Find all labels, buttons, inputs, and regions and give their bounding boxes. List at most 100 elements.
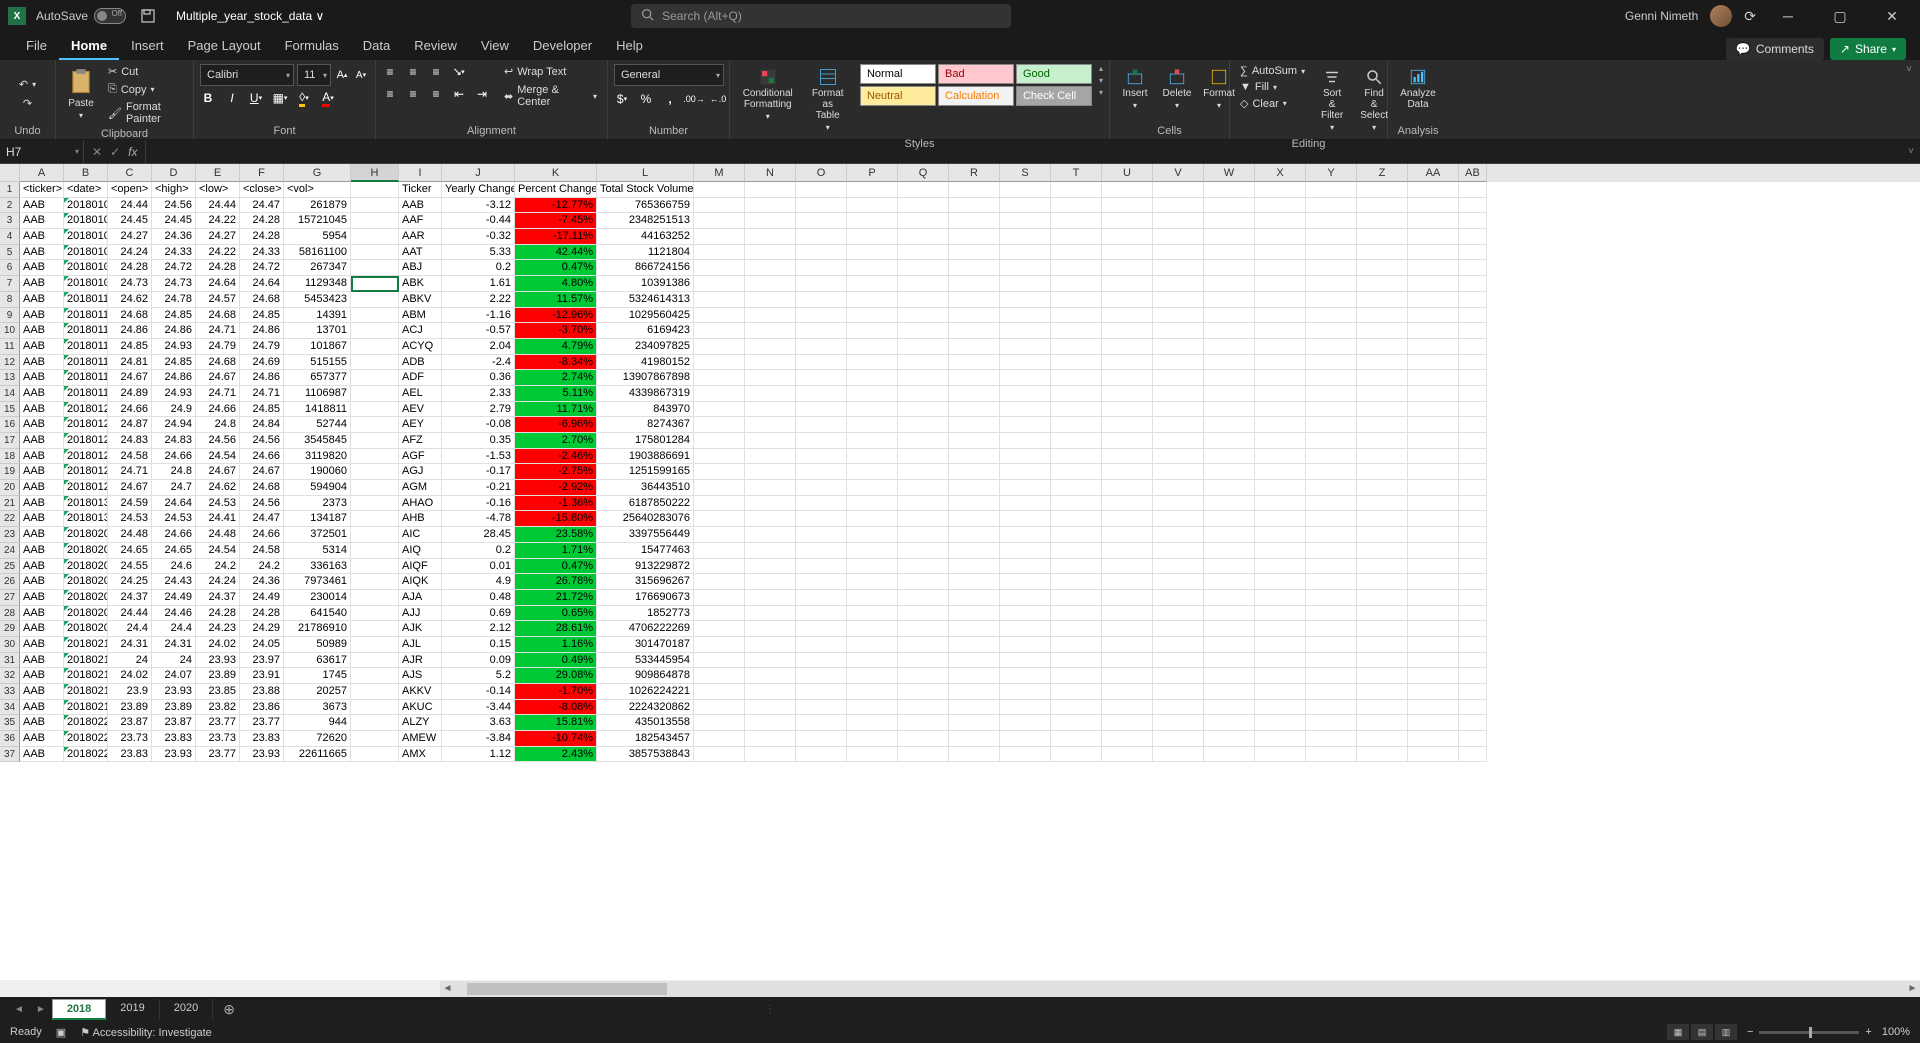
cell[interactable]: 1.71% (515, 543, 597, 559)
cell[interactable] (1357, 653, 1408, 669)
cell[interactable]: -2.4 (442, 355, 515, 371)
cell[interactable] (1153, 308, 1204, 324)
cell[interactable] (1306, 653, 1357, 669)
cell[interactable]: 24.56 (240, 496, 284, 512)
italic-button[interactable]: I (224, 90, 240, 106)
cell[interactable]: 24.33 (240, 245, 284, 261)
cell[interactable] (1051, 574, 1102, 590)
cell[interactable] (1408, 386, 1459, 402)
cell[interactable] (1459, 574, 1487, 590)
cell[interactable] (1102, 433, 1153, 449)
row-header[interactable]: 20 (0, 480, 20, 496)
cell[interactable] (796, 527, 847, 543)
cell[interactable] (949, 386, 1000, 402)
cell[interactable] (1255, 496, 1306, 512)
cell[interactable]: 843970 (597, 402, 694, 418)
cell[interactable] (1459, 323, 1487, 339)
cell[interactable] (1306, 480, 1357, 496)
select-all-corner[interactable] (0, 164, 20, 182)
cell[interactable]: Ticker (399, 182, 442, 198)
align-center-button[interactable]: ≡ (405, 86, 421, 102)
cell[interactable] (1051, 276, 1102, 292)
row-header[interactable]: 12 (0, 355, 20, 371)
cell[interactable] (694, 700, 745, 716)
cell[interactable] (351, 637, 399, 653)
cell[interactable] (694, 402, 745, 418)
cell[interactable] (1459, 527, 1487, 543)
cell[interactable]: AAB (20, 213, 64, 229)
cell[interactable] (694, 715, 745, 731)
cell[interactable]: ABJ (399, 260, 442, 276)
cell[interactable] (1255, 715, 1306, 731)
cell[interactable] (796, 370, 847, 386)
autosum-button[interactable]: ∑AutoSum▾ (1236, 64, 1309, 78)
cell[interactable]: AAB (20, 402, 64, 418)
cell[interactable] (796, 606, 847, 622)
cell[interactable]: 24.25 (108, 574, 152, 590)
cell[interactable] (796, 198, 847, 214)
cell[interactable]: 24.28 (196, 606, 240, 622)
cell[interactable] (1102, 668, 1153, 684)
cell[interactable]: 3857538843 (597, 747, 694, 763)
cell[interactable]: 24.22 (196, 245, 240, 261)
cell[interactable] (796, 308, 847, 324)
cell[interactable] (949, 308, 1000, 324)
cell[interactable] (694, 653, 745, 669)
column-header-G[interactable]: G (284, 164, 351, 182)
row-header[interactable]: 5 (0, 245, 20, 261)
cell[interactable]: 13907867898 (597, 370, 694, 386)
cell[interactable]: AAB (399, 198, 442, 214)
cell[interactable] (1459, 480, 1487, 496)
cell[interactable] (949, 260, 1000, 276)
cell[interactable] (1306, 464, 1357, 480)
cell[interactable] (1051, 245, 1102, 261)
cell[interactable] (949, 464, 1000, 480)
cell[interactable]: AAB (20, 621, 64, 637)
row-header[interactable]: 6 (0, 260, 20, 276)
cell[interactable] (796, 260, 847, 276)
cell[interactable]: 20180122 (64, 402, 108, 418)
cell[interactable]: 20180104 (64, 229, 108, 245)
analyze-data-button[interactable]: Analyze Data (1394, 64, 1442, 114)
cell[interactable]: 24.58 (108, 449, 152, 465)
cell[interactable] (949, 370, 1000, 386)
cell[interactable] (1000, 449, 1051, 465)
cell[interactable] (847, 621, 898, 637)
cell[interactable]: 26.78% (515, 574, 597, 590)
cancel-formula-icon[interactable]: ✕ (92, 145, 102, 159)
cell[interactable] (847, 417, 898, 433)
cell[interactable]: 2.12 (442, 621, 515, 637)
cell[interactable] (1051, 402, 1102, 418)
cell[interactable] (1102, 606, 1153, 622)
cell[interactable] (898, 653, 949, 669)
cell[interactable]: 72620 (284, 731, 351, 747)
cell[interactable]: 23.82 (196, 700, 240, 716)
cell[interactable]: -1.36% (515, 496, 597, 512)
cell[interactable] (1102, 715, 1153, 731)
cell[interactable] (1408, 715, 1459, 731)
cell[interactable] (796, 496, 847, 512)
cell[interactable]: 24.31 (152, 637, 196, 653)
cell[interactable] (898, 386, 949, 402)
column-header-M[interactable]: M (694, 164, 745, 182)
cell[interactable]: 24.27 (196, 229, 240, 245)
cell[interactable] (1000, 700, 1051, 716)
menu-tab-home[interactable]: Home (59, 33, 119, 60)
cell[interactable] (1459, 292, 1487, 308)
cell[interactable] (796, 684, 847, 700)
cell[interactable] (1459, 449, 1487, 465)
cell[interactable] (694, 245, 745, 261)
cell[interactable] (1357, 527, 1408, 543)
cell[interactable]: 1106987 (284, 386, 351, 402)
cell[interactable]: 2.22 (442, 292, 515, 308)
cell[interactable]: 24.66 (108, 402, 152, 418)
cell[interactable]: 23.9 (108, 684, 152, 700)
cell[interactable] (1153, 245, 1204, 261)
cell[interactable] (745, 668, 796, 684)
cell[interactable]: 24.05 (240, 637, 284, 653)
cell[interactable] (796, 213, 847, 229)
cell[interactable]: 24.66 (152, 527, 196, 543)
cell[interactable] (1408, 276, 1459, 292)
cell[interactable]: 909864878 (597, 668, 694, 684)
cell[interactable]: 20180116 (64, 339, 108, 355)
